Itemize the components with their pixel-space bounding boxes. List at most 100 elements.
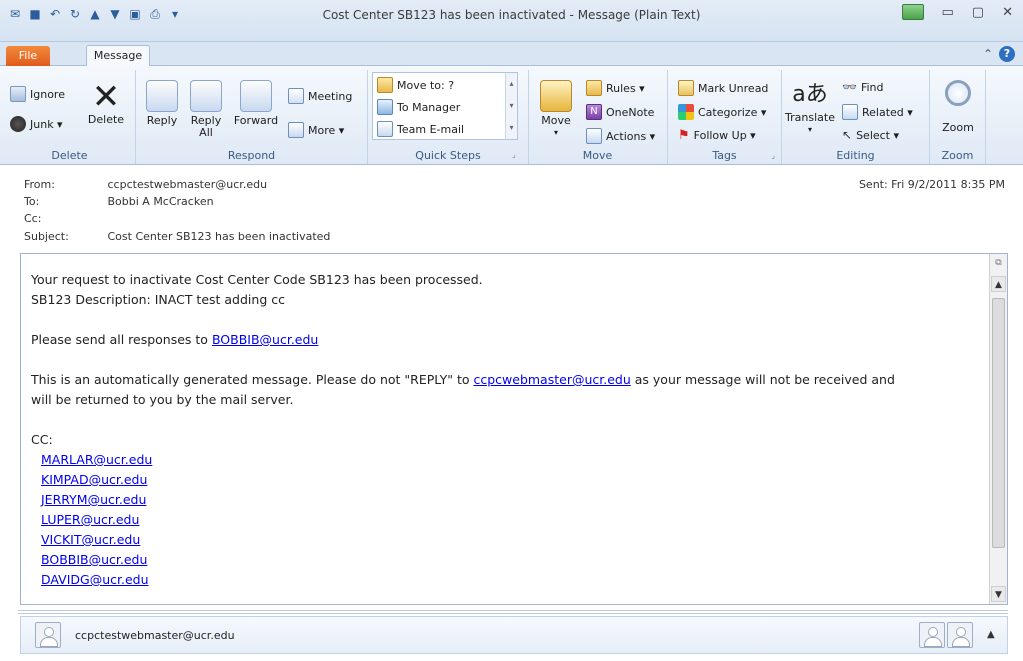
tags-group-label: Tags — [712, 149, 737, 162]
message-body[interactable]: Your request to inactivate Cost Center C… — [20, 253, 1008, 605]
quicksteps-group-label: Quick Steps — [415, 149, 481, 162]
zoom-group: Zoom Zoom — [930, 70, 986, 164]
zoom-button[interactable]: Zoom — [936, 80, 980, 134]
editing-group-label: Editing — [836, 149, 875, 162]
follow-up-button[interactable]: ⚑ Follow Up ▾ — [678, 128, 756, 143]
meeting-button[interactable]: Meeting — [288, 88, 352, 104]
to-row: To: Bobbi A McCracken — [24, 195, 214, 208]
webmaster-email-link[interactable]: ccpcwebmaster@ucr.edu — [473, 372, 630, 387]
ignore-icon — [10, 86, 26, 102]
window-title: Cost Center SB123 has been inactivated -… — [322, 8, 701, 22]
find-button[interactable]: 👓 Find — [842, 80, 884, 94]
quickstep-to-manager[interactable]: To Manager — [377, 99, 460, 115]
actions-button[interactable]: Actions ▾ — [586, 128, 655, 144]
move-group-label: Move — [582, 149, 613, 162]
reply-all-icon — [190, 80, 222, 112]
tab-message[interactable]: Message — [86, 45, 150, 67]
ignore-button[interactable]: Ignore — [10, 86, 65, 102]
reply-all-button[interactable]: Reply All — [186, 80, 226, 139]
team-email-icon — [377, 121, 393, 137]
delete-group: Ignore Junk ▾ ✕ Delete Delete — [4, 70, 136, 164]
flag-icon: ⚑ — [678, 128, 690, 143]
onenote-button[interactable]: N OneNote — [586, 104, 654, 120]
cc-email-link[interactable]: LUPER@ucr.edu — [41, 512, 139, 527]
title-bar: ✉ ■ ↶ ↻ ▲ ▼ ▣ ⎙ ▾ Cost Center SB123 has … — [0, 0, 1023, 42]
rules-icon — [586, 80, 602, 96]
categorize-button[interactable]: Categorize ▾ — [678, 104, 766, 120]
reply-button[interactable]: Reply — [142, 80, 182, 127]
body-line: Your request to inactivate Cost Center C… — [31, 272, 483, 287]
binoculars-icon: 👓 — [842, 80, 857, 94]
quicksteps-launcher-icon[interactable]: ⌟ — [512, 150, 516, 159]
manager-icon — [377, 99, 393, 115]
update-icon[interactable] — [901, 4, 924, 20]
people-pane-splitter[interactable] — [18, 610, 1008, 614]
respond-group-label: Respond — [227, 149, 276, 162]
ribbon: Ignore Junk ▾ ✕ Delete Delete Reply Repl… — [0, 66, 1023, 165]
sender-avatar[interactable] — [35, 622, 61, 648]
tags-launcher-icon[interactable]: ⌟ — [771, 151, 775, 160]
ribbon-help-controls: ⌃ ? — [983, 46, 1015, 62]
body-scrollbar[interactable]: ⧉ ▲ ▼ — [989, 254, 1007, 604]
people-pane-sender[interactable]: ccpctestwebmaster@ucr.edu — [75, 629, 235, 642]
onenote-icon: N — [586, 104, 602, 120]
split-view-icon[interactable]: ⧉ — [991, 255, 1006, 271]
expand-people-pane-icon[interactable]: ▲ — [987, 629, 995, 640]
select-button[interactable]: ↖ Select ▾ — [842, 128, 899, 142]
move-folder-icon — [540, 80, 572, 112]
move-group: Move ▾ Rules ▾ N OneNote Actions ▾ Move — [528, 70, 668, 164]
actions-icon — [586, 128, 602, 144]
scroll-up-button[interactable]: ▲ — [991, 276, 1006, 292]
editing-group: aあ Translate ▾ 👓 Find Related ▾ ↖ Select… — [782, 70, 930, 164]
cursor-icon: ↖ — [842, 128, 853, 142]
cc-email-link[interactable]: DAVIDG@ucr.edu — [41, 572, 149, 587]
ribbon-tabs: File Message ⌃ ? — [0, 42, 1023, 67]
translate-icon: aあ — [792, 82, 828, 107]
recipient-avatar[interactable] — [947, 622, 973, 648]
delete-group-label: Delete — [51, 149, 88, 162]
related-icon — [842, 104, 858, 120]
forward-icon — [240, 80, 272, 112]
delete-x-icon: ✕ — [91, 77, 121, 117]
respond-group: Reply Reply All Forward Meeting More ▾ R… — [136, 70, 368, 164]
help-icon[interactable]: ? — [999, 46, 1015, 62]
translate-button[interactable]: aあ Translate ▾ — [785, 78, 835, 136]
scroll-thumb[interactable] — [992, 298, 1005, 548]
more-respond-button[interactable]: More ▾ — [288, 122, 344, 138]
body-text: Your request to inactivate Cost Center C… — [31, 270, 981, 590]
mark-unread-icon — [678, 80, 694, 96]
sent-date: Sent: Fri 9/2/2011 8:35 PM — [858, 178, 1005, 191]
cc-email-link[interactable]: KIMPAD@ucr.edu — [41, 472, 147, 487]
quickstep-team-email[interactable]: Team E-mail — [377, 121, 464, 137]
related-button[interactable]: Related ▾ — [842, 104, 913, 120]
quicksteps-scroll[interactable]: ▴ ▾ ▾ — [505, 73, 517, 139]
cc-email-link[interactable]: BOBBIB@ucr.edu — [41, 552, 147, 567]
from-value[interactable]: ccpctestwebmaster@ucr.edu — [108, 178, 268, 191]
tags-group: Mark Unread Categorize ▾ ⚑ Follow Up ▾ T… — [668, 70, 782, 164]
mark-unread-button[interactable]: Mark Unread — [678, 80, 768, 96]
delete-button[interactable]: ✕ Delete — [86, 80, 126, 126]
close-button[interactable]: ✕ — [1002, 5, 1013, 20]
recipient-avatar[interactable] — [919, 622, 945, 648]
cc-email-link[interactable]: MARLAR@ucr.edu — [41, 452, 152, 467]
auto-message-line-2: will be returned to you by the mail serv… — [31, 392, 294, 407]
people-pane: ccpctestwebmaster@ucr.edu ▲ — [20, 616, 1008, 654]
subject-value: Cost Center SB123 has been inactivated — [107, 230, 331, 243]
from-row: From: ccpctestwebmaster@ucr.edu — [24, 178, 268, 191]
tab-file[interactable]: File — [6, 46, 50, 66]
quickstep-move-to[interactable]: Move to: ? — [377, 77, 454, 93]
categorize-icon — [678, 104, 694, 120]
rules-button[interactable]: Rules ▾ — [586, 80, 645, 96]
junk-button[interactable]: Junk ▾ — [10, 116, 63, 132]
move-button[interactable]: Move ▾ — [538, 80, 574, 139]
minimize-ribbon-icon[interactable]: ⌃ — [983, 47, 993, 61]
maximize-button[interactable]: ▢ — [972, 5, 984, 20]
minimize-button[interactable]: ▭ — [942, 5, 954, 20]
scroll-down-button[interactable]: ▼ — [991, 586, 1006, 602]
cc-email-link[interactable]: JERRYM@ucr.edu — [41, 492, 146, 507]
quicksteps-gallery: Move to: ? To Manager Team E-mail ▴ ▾ ▾ — [372, 72, 518, 140]
responses-email-link[interactable]: BOBBIB@ucr.edu — [212, 332, 318, 347]
forward-button[interactable]: Forward — [232, 80, 280, 127]
to-value[interactable]: Bobbi A McCracken — [108, 195, 214, 208]
cc-email-link[interactable]: VICKIT@ucr.edu — [41, 532, 140, 547]
